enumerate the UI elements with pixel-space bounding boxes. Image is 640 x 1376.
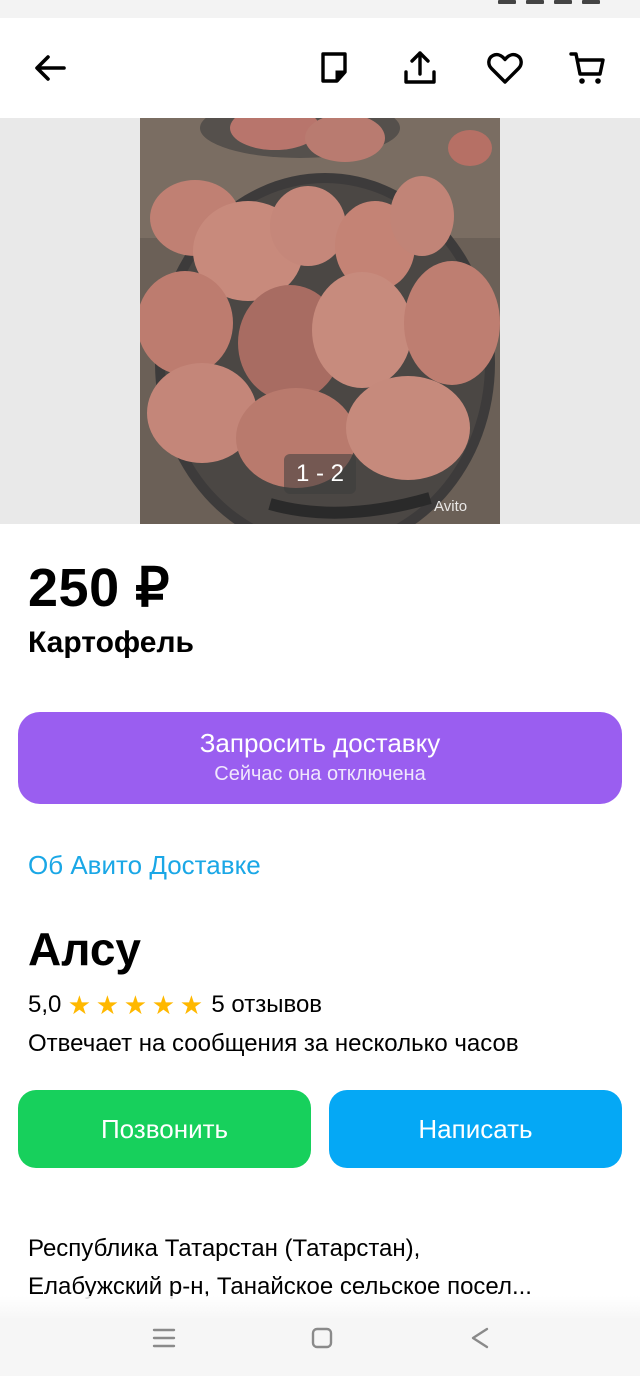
address-line-1: Республика Татарстан (Татарстан), — [28, 1235, 421, 1262]
star-icon: ★ — [123, 990, 148, 1020]
call-button[interactable]: Позвонить — [18, 1090, 311, 1168]
home-square-icon[interactable] — [300, 1318, 344, 1358]
price: 250 ₽ — [28, 558, 170, 618]
request-delivery-label: Запросить доставку — [199, 728, 441, 758]
share-icon[interactable] — [396, 44, 444, 92]
rating-stars: ★ ★ ★ ★ ★ — [65, 990, 205, 1020]
listing-title: Картофель — [28, 626, 194, 659]
reply-time: Отвечает на сообщения за несколько часов — [28, 1030, 519, 1057]
system-navigation-bar — [0, 1296, 640, 1376]
request-delivery-sublabel: Сейчас она отключена — [214, 763, 426, 785]
address: Республика Татарстан (Татарстан), Елабуж… — [28, 1230, 618, 1306]
favorite-heart-icon[interactable] — [481, 44, 529, 92]
photo-counter: 1 - 2 — [284, 454, 356, 494]
rating-value: 5,0 — [28, 991, 62, 1018]
cart-icon[interactable] — [564, 44, 612, 92]
photo-gallery[interactable]: 1 - 2 Avito — [0, 118, 640, 524]
status-bar — [0, 0, 640, 18]
reviews-count[interactable]: 5 отзывов — [211, 991, 322, 1019]
notes-icon[interactable] — [310, 44, 358, 92]
star-icon: ★ — [95, 990, 120, 1020]
seller-rating[interactable]: 5,0 ★ ★ ★ ★ ★ 5 отзывов — [28, 990, 322, 1020]
about-delivery-link[interactable]: Об Авито Доставке — [28, 850, 261, 881]
star-icon: ★ — [151, 990, 176, 1020]
avito-watermark: Avito — [434, 498, 468, 515]
star-icon: ★ — [67, 990, 92, 1020]
star-icon: ★ — [179, 990, 204, 1020]
status-icons — [498, 0, 600, 4]
back-triangle-icon[interactable] — [458, 1318, 502, 1358]
seller-name[interactable]: Алсу — [28, 922, 141, 976]
recents-menu-icon[interactable] — [142, 1318, 186, 1358]
request-delivery-button[interactable]: Запросить доставку Сейчас она отключена — [18, 712, 622, 804]
write-message-button[interactable]: Написать — [329, 1090, 622, 1168]
back-arrow-icon[interactable] — [26, 44, 74, 92]
top-toolbar — [0, 18, 640, 118]
